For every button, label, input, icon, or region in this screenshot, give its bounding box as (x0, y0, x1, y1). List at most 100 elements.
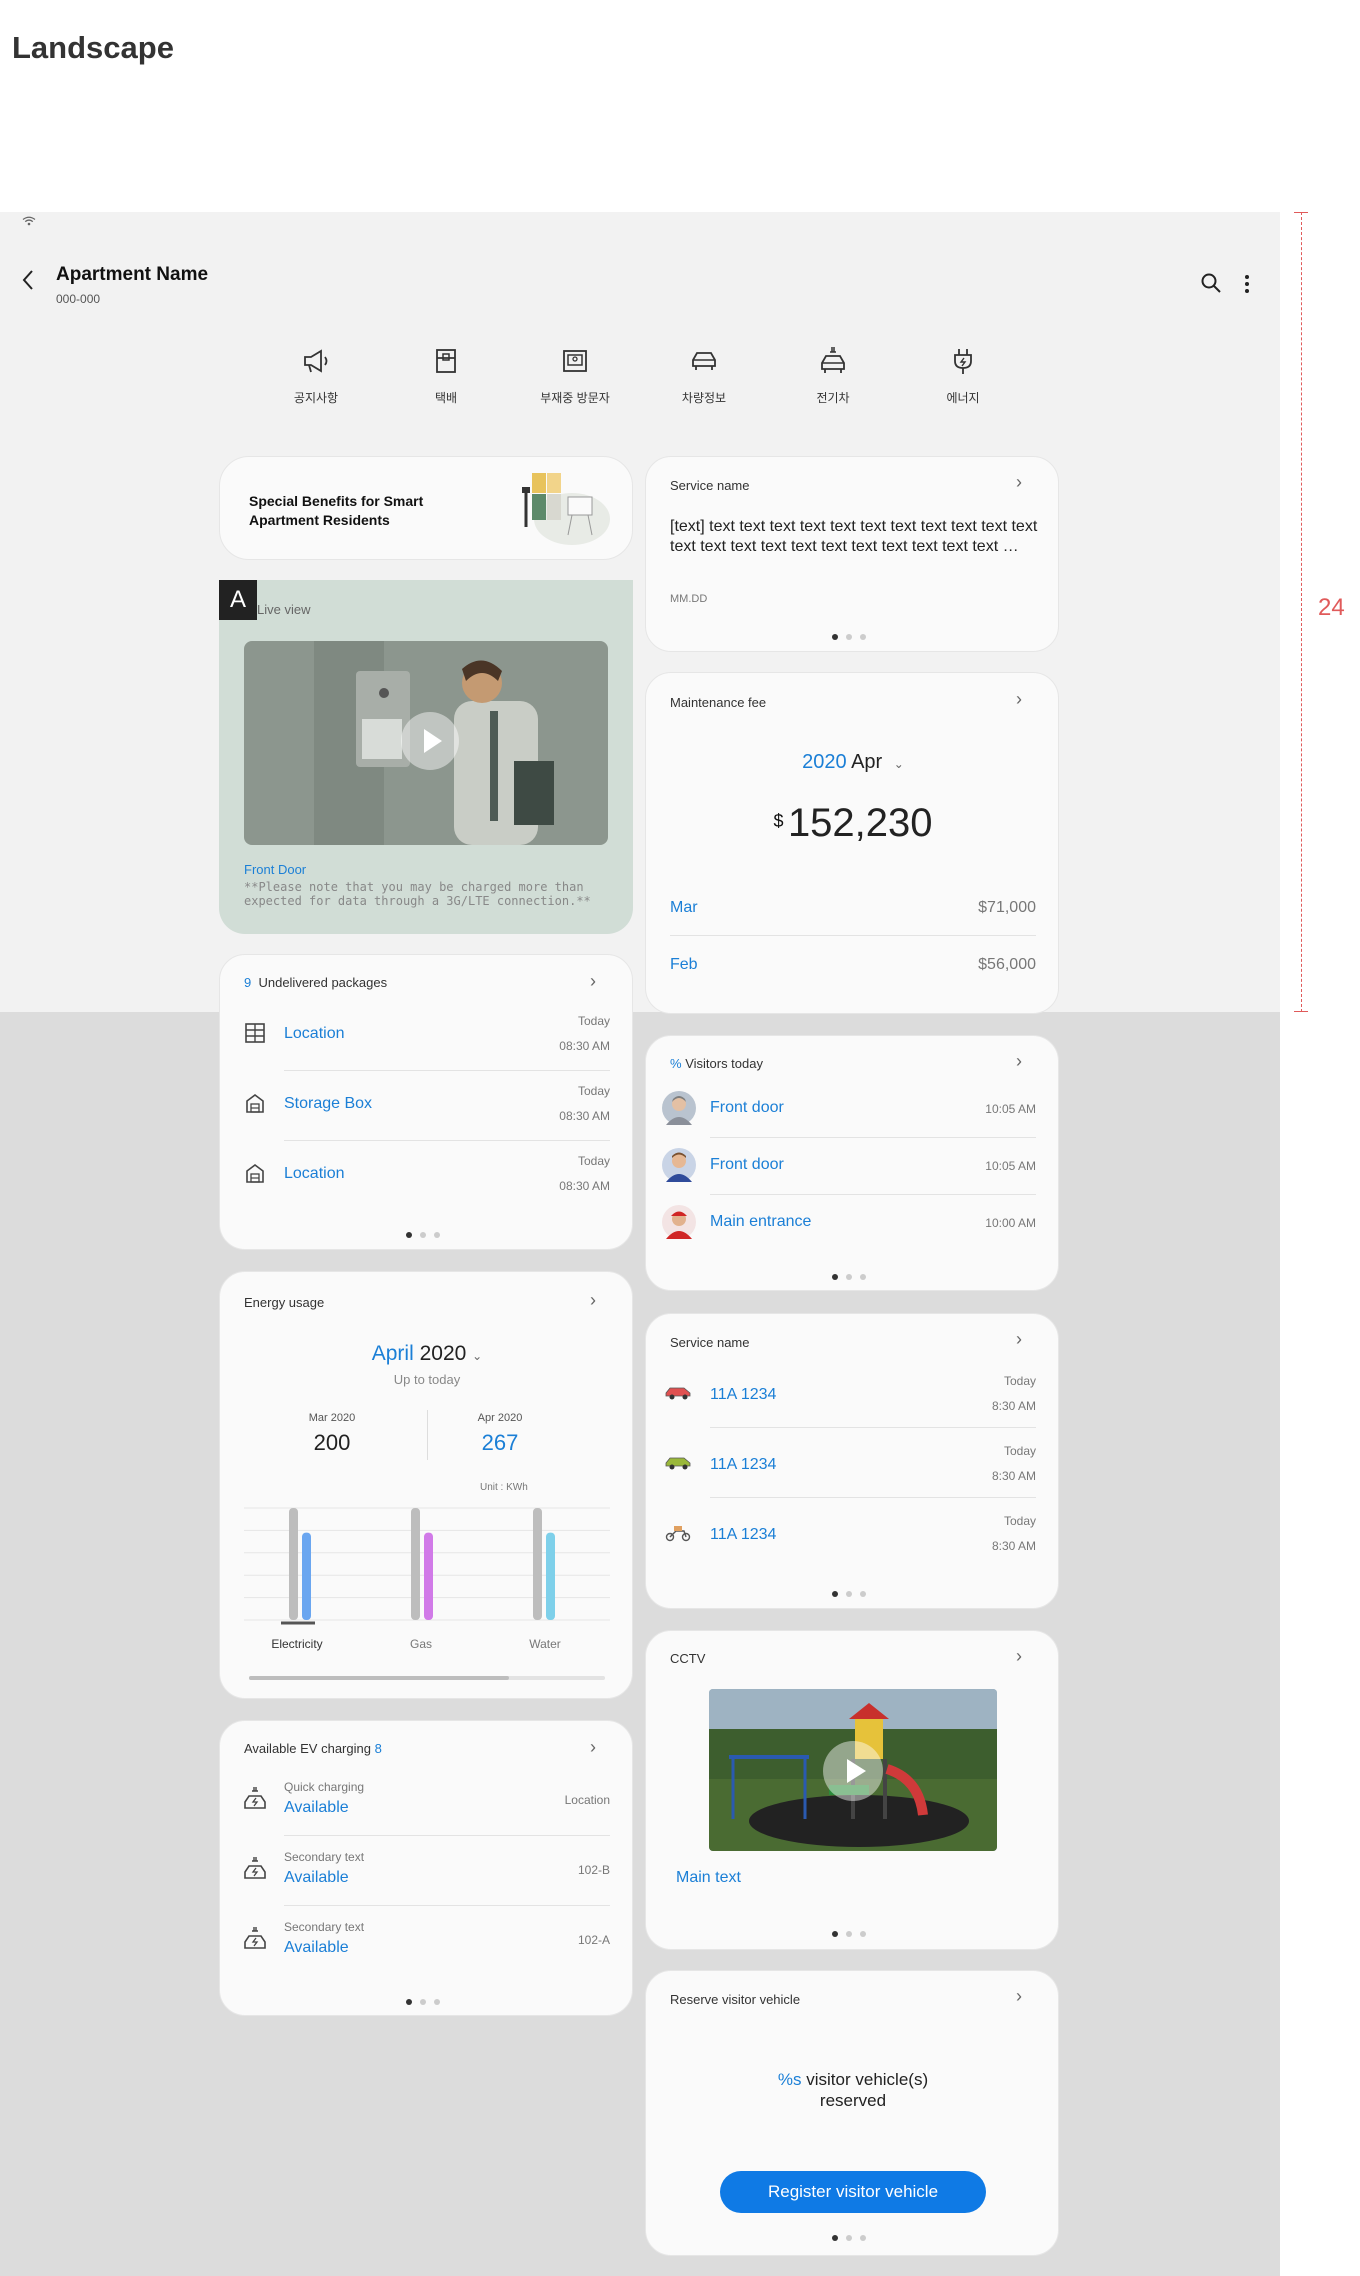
chart-tab-gas[interactable]: Gas (381, 1637, 461, 1651)
play-icon[interactable] (401, 712, 459, 770)
energy-caption: Up to today (393, 1372, 461, 1387)
ev-secondary-text: Quick charging (284, 1780, 365, 1794)
bar-previous-gas (411, 1508, 420, 1620)
ev-status[interactable]: Available (284, 1799, 349, 1817)
chevron-right-icon[interactable]: › (590, 1290, 596, 1311)
scooter-icon (664, 1522, 692, 1548)
play-icon[interactable] (823, 1741, 883, 1801)
chevron-right-icon[interactable]: › (1016, 1986, 1022, 2007)
divider (710, 1497, 1036, 1498)
register-visitor-vehicle-button[interactable]: Register visitor vehicle (720, 2171, 986, 2213)
vehicle-plate[interactable]: 11A 1234 (710, 1456, 776, 1474)
history-month: Mar (670, 899, 698, 916)
vehicles-card[interactable]: Service name › 11A 1234 Today 8:30 AM 11… (645, 1313, 1059, 1609)
quick-menu-missed-visitor[interactable]: 부재중 방문자 (520, 345, 630, 406)
chevron-right-icon[interactable]: › (590, 971, 596, 992)
maintenance-year: 2020 (802, 751, 847, 773)
chevron-right-icon[interactable]: › (1016, 472, 1022, 493)
bar-current-water (546, 1532, 555, 1620)
vehicle-time: 8:30 AM (991, 1399, 1036, 1413)
curr-period-value: 267 (481, 1430, 519, 1455)
ev-status[interactable]: Available (284, 1939, 349, 1957)
measure-cap-top (1294, 212, 1308, 213)
packages-card[interactable]: 9 Undelivered packages › Location Today … (219, 954, 633, 1250)
page-indicator (832, 1591, 866, 1597)
cctv-card[interactable]: CCTV › Main text (645, 1630, 1059, 1950)
search-icon[interactable] (1200, 272, 1222, 299)
ev-title: Available EV charging (244, 1741, 371, 1756)
megaphone-icon (261, 345, 371, 383)
page-indicator (832, 2235, 866, 2241)
more-options-icon[interactable] (1242, 273, 1252, 300)
package-location[interactable]: Storage Box (284, 1095, 372, 1113)
cctv-title: CCTV (670, 1651, 706, 1666)
quick-menu-energy[interactable]: 에너지 (908, 345, 1018, 406)
quick-menu-parcel[interactable]: 택배 (391, 345, 501, 406)
chevron-right-icon[interactable]: › (590, 1737, 596, 1758)
quick-menu-notice[interactable]: 공지사항 (261, 345, 371, 406)
quick-menu-vehicle[interactable]: 차량정보 (649, 345, 759, 406)
locker-icon (244, 1022, 266, 1050)
vehicle-plate[interactable]: 11A 1234 (710, 1526, 776, 1544)
chevron-right-icon[interactable]: › (1016, 1329, 1022, 1350)
chevron-right-icon[interactable]: › (1016, 689, 1022, 710)
vehicle-day: Today (1003, 1444, 1036, 1458)
visitor-location[interactable]: Main entrance (710, 1213, 811, 1231)
chevron-down-icon: ⌄ (472, 1349, 483, 1363)
energy-bar-chart (244, 1507, 610, 1625)
visitor-location[interactable]: Front door (710, 1156, 784, 1174)
divider (284, 1835, 610, 1836)
energy-year: 2020 (419, 1342, 467, 1365)
chart-tab-water[interactable]: Water (505, 1637, 585, 1651)
cctv-main-text[interactable]: Main text (676, 1869, 741, 1887)
reserve-vehicle-card[interactable]: Reserve visitor vehicle › %s visitor veh… (645, 1970, 1059, 2256)
ev-location: 102-B (577, 1863, 610, 1877)
service-notice-card[interactable]: Service name › [text] text text text tex… (645, 456, 1059, 652)
visitors-header: % Visitors today (670, 1056, 763, 1071)
ev-status[interactable]: Available (284, 1869, 349, 1887)
quick-menu-label: 부재중 방문자 (540, 391, 610, 405)
maintenance-total: $ 152,230 (646, 801, 1060, 846)
chart-tab-electricity[interactable]: Electricity (257, 1637, 337, 1651)
scroll-track[interactable] (249, 1676, 605, 1680)
energy-period-selector[interactable]: April 2020 ⌄ (220, 1342, 634, 1366)
service-body: [text] text text text text text text tex… (670, 518, 1038, 555)
package-location[interactable]: Location (284, 1025, 345, 1043)
chevron-right-icon[interactable]: › (1016, 1051, 1022, 1072)
scroll-thumb[interactable] (249, 1676, 509, 1680)
apartment-name: Apartment Name (56, 264, 209, 285)
maintenance-period-selector[interactable]: 2020 Apr ⌄ (646, 751, 1060, 774)
live-view-caption: Front Door (244, 862, 307, 877)
ev-secondary-text: Secondary text (284, 1920, 365, 1934)
package-day: Today (577, 1014, 610, 1028)
storage-box-icon (244, 1162, 266, 1190)
back-arrow-icon[interactable] (20, 268, 36, 298)
visitor-time: 10:00 AM (985, 1216, 1036, 1230)
visitor-time: 10:05 AM (985, 1102, 1036, 1116)
packages-count: 9 (244, 975, 252, 990)
chevron-right-icon[interactable]: › (1016, 1646, 1022, 1667)
package-location[interactable]: Location (284, 1165, 345, 1183)
avatar (662, 1091, 696, 1125)
energy-title: Energy usage (244, 1295, 325, 1310)
ev-header: Available EV charging 8 (244, 1741, 382, 1756)
benefits-banner[interactable]: Special Benefits for Smart Apartment Res… (219, 456, 633, 560)
currency-symbol: $ (773, 811, 784, 831)
packages-header: 9 Undelivered packages (244, 975, 387, 990)
device-screen-bottom (0, 1012, 1280, 2276)
energy-card[interactable]: Energy usage › April 2020 ⌄ Up to today … (219, 1271, 633, 1699)
history-month: Feb (670, 956, 698, 973)
energy-unit: Unit : KWh (480, 1482, 528, 1493)
plug-icon (908, 345, 1018, 383)
energy-month: April (371, 1342, 414, 1365)
ev-charging-card[interactable]: Available EV charging 8 › Quick charging… (219, 1720, 633, 2016)
visitors-card[interactable]: % Visitors today › Front door 10:05 AM F… (645, 1035, 1059, 1291)
live-view-title: Live view (257, 602, 311, 617)
visitor-location[interactable]: Front door (710, 1099, 784, 1117)
vehicle-plate[interactable]: 11A 1234 (710, 1386, 776, 1404)
divider (284, 1905, 610, 1906)
quick-menu-ev[interactable]: 전기차 (778, 345, 888, 406)
data-charge-note: **Please note that you may be charged mo… (244, 880, 591, 908)
live-view-card: A Live view Front Door **Please note tha… (219, 580, 633, 934)
maintenance-fee-card[interactable]: Maintenance fee › 2020 Apr ⌄ $ 152,230 M… (645, 672, 1059, 1014)
